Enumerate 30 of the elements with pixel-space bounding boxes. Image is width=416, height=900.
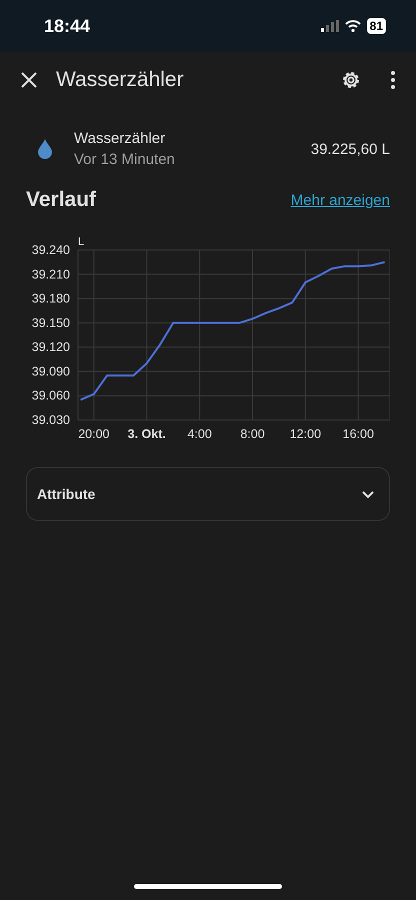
unit-label: L	[78, 236, 84, 248]
y-tick-label: 39.030	[32, 413, 70, 427]
last-updated: Vor 13 Minuten	[74, 151, 176, 168]
y-tick-label: 39.090	[32, 364, 70, 378]
y-tick-label: 39.150	[32, 316, 70, 330]
entity-name: Wasserzähler	[74, 130, 166, 147]
settings-button[interactable]	[340, 69, 362, 91]
y-tick-label: 39.120	[32, 340, 70, 354]
wifi-icon	[344, 20, 361, 32]
attributes-expander[interactable]: Attribute	[26, 467, 390, 521]
more-menu-button[interactable]	[390, 70, 396, 90]
status-time: 18:44	[44, 16, 92, 36]
section-title: Verlauf	[26, 188, 96, 212]
battery-level: 81	[366, 18, 386, 34]
x-tick-label: 8:00	[240, 427, 265, 441]
x-tick-label: 12:00	[290, 427, 322, 441]
entity-value: 39.225,60 L	[310, 140, 390, 158]
x-tick-label: 3. Okt.	[128, 427, 166, 441]
water-drop-icon	[38, 139, 52, 159]
x-tick-label: 16:00	[342, 427, 374, 441]
y-tick-label: 39.210	[32, 267, 70, 282]
close-button[interactable]	[20, 71, 38, 89]
y-tick-label: 39.240	[32, 243, 70, 257]
x-tick-label: 4:00	[187, 427, 212, 441]
dialog-title: Wasserzähler	[56, 68, 185, 92]
y-tick-label: 39.060	[32, 388, 70, 403]
y-tick-label: 39.180	[32, 292, 70, 306]
signal-icon	[320, 20, 339, 32]
x-tick-label: 20:00	[78, 427, 110, 441]
show-more-link[interactable]: Mehr anzeigen	[290, 192, 390, 208]
